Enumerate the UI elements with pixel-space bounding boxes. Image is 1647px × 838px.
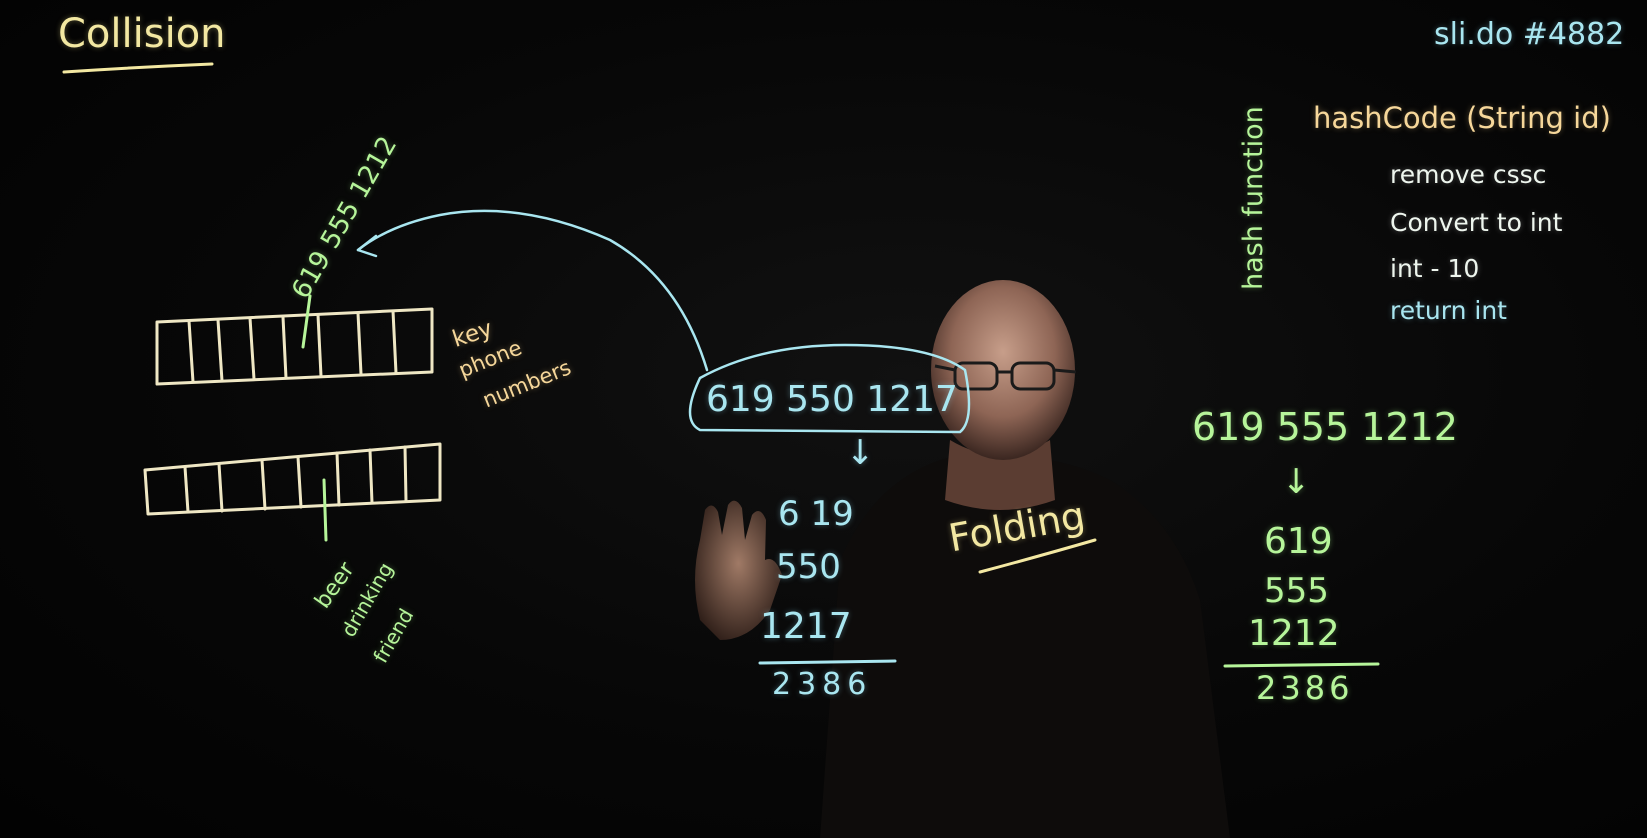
left-sum-line xyxy=(758,659,897,665)
right-number: 619 555 1212 xyxy=(1192,405,1458,449)
right-sum-line xyxy=(1223,662,1380,668)
top-pointer-line xyxy=(301,294,312,349)
left-fold-3: 1217 xyxy=(760,606,852,647)
code-line-2: remove cssc xyxy=(1390,160,1547,189)
board-title: Collision xyxy=(58,11,226,57)
left-fold-1: 6 19 xyxy=(778,494,854,534)
left-sum: 2386 xyxy=(772,667,873,702)
hash-function-label: hash function xyxy=(1238,106,1269,290)
lightboard-frame: Collision sli.do #4882 hash function has… xyxy=(0,0,1647,838)
right-sum: 2386 xyxy=(1256,669,1354,707)
curved-arrow-head xyxy=(356,234,378,258)
right-fold-1: 619 xyxy=(1264,521,1333,562)
right-fold-3: 1212 xyxy=(1248,613,1340,654)
left-number: 619 550 1217 xyxy=(706,379,958,420)
code-line-1: hashCode (String id) xyxy=(1313,101,1611,135)
bottom-array xyxy=(143,442,442,516)
left-down-arrow: ↓ xyxy=(846,433,875,473)
right-down-arrow: ↓ xyxy=(1282,462,1311,502)
code-line-4: int - 10 xyxy=(1390,254,1480,283)
bottom-pointer-line xyxy=(322,478,328,542)
curved-arrow xyxy=(356,209,709,372)
slido-code: sli.do #4882 xyxy=(1434,17,1625,52)
left-fold-2: 550 xyxy=(776,547,841,587)
code-line-5: return int xyxy=(1390,296,1507,325)
title-underline xyxy=(62,62,214,74)
code-line-3: Convert to int xyxy=(1390,208,1563,237)
right-fold-2: 555 xyxy=(1264,571,1329,611)
top-array xyxy=(155,307,434,386)
